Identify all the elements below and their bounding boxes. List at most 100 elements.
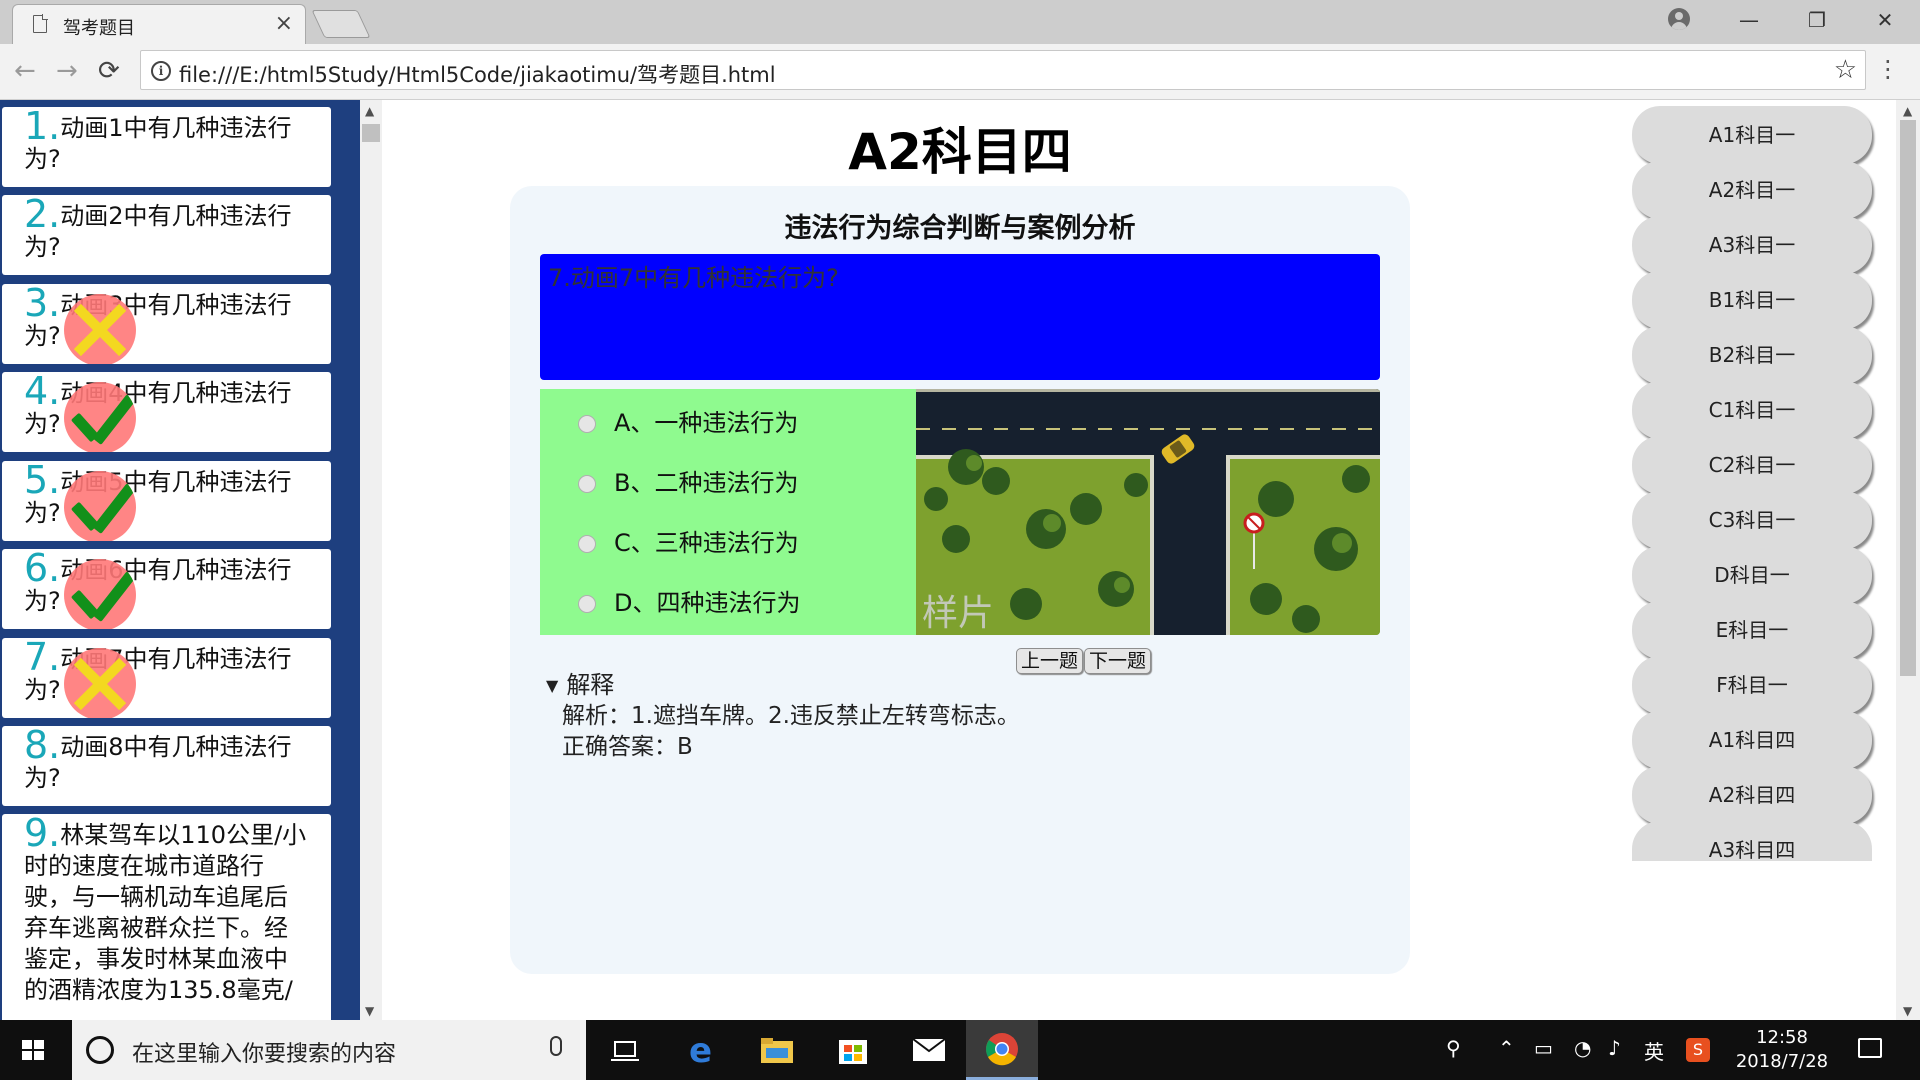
question-list: 1.动画1中有几种违法行为? 2.动画2中有几种违法行为? 3.动画3中有几种违…	[0, 100, 360, 1020]
radio-button[interactable]	[578, 535, 596, 553]
disclosure-triangle-icon[interactable]: ▼	[546, 676, 558, 695]
category-button[interactable]: A1科目一	[1632, 106, 1872, 164]
scroll-up-icon[interactable]: ▲	[1903, 104, 1912, 118]
close-window-button[interactable]: ✕	[1870, 8, 1900, 32]
taskbar: 在这里输入你要搜索的内容 e ⚲ ⌃ ▭ ◔ ♪ 英 S 12:58 2018/…	[0, 1020, 1920, 1080]
tab-close-icon[interactable]: ×	[275, 11, 293, 36]
category-button[interactable]: E科目一	[1632, 601, 1872, 659]
option-a[interactable]: A、一种违法行为	[578, 403, 798, 438]
bookmark-star-icon[interactable]: ☆	[1834, 55, 1857, 85]
url-text[interactable]: file:///E:/html5Study/Html5Code/jiakaoti…	[179, 59, 776, 89]
question-item-6[interactable]: 6.动画6中有几种违法行为?	[2, 549, 331, 629]
system-clock[interactable]: 12:58 2018/7/28	[1730, 1026, 1834, 1074]
option-d[interactable]: D、四种违法行为	[578, 583, 800, 618]
browser-tab[interactable]: 驾考题目 ×	[12, 4, 306, 44]
scroll-down-icon[interactable]: ▼	[1903, 1004, 1912, 1018]
taskbar-search-box[interactable]: 在这里输入你要搜索的内容	[72, 1020, 586, 1080]
tab-strip: 驾考题目 × — ❐ ✕	[0, 0, 1920, 44]
tab-title: 驾考题目	[63, 18, 135, 39]
category-button[interactable]: F科目一	[1632, 656, 1872, 714]
question-number: 4.	[24, 372, 61, 413]
scroll-down-icon[interactable]: ▼	[365, 1004, 374, 1018]
sogou-input-icon[interactable]: S	[1686, 1038, 1710, 1062]
scrollbar-thumb[interactable]	[1900, 120, 1916, 676]
scroll-up-icon[interactable]: ▲	[365, 104, 374, 118]
new-tab-button[interactable]	[311, 10, 371, 38]
question-list-scrollbar[interactable]: ▲ ▼	[360, 100, 382, 1020]
question-item-7[interactable]: 7.动画7中有几种违法行为?	[2, 638, 331, 718]
animation-image: 样片	[916, 389, 1380, 635]
show-hidden-icons[interactable]: ⌃	[1498, 1036, 1515, 1060]
ime-indicator[interactable]: 英	[1644, 1036, 1664, 1065]
minimize-button[interactable]: —	[1734, 8, 1764, 32]
question-item-8[interactable]: 8.动画8中有几种违法行为?	[2, 726, 331, 806]
category-button[interactable]: A1科目四	[1632, 711, 1872, 769]
battery-icon[interactable]: ▭	[1534, 1036, 1553, 1060]
question-text: 动画1中有几种违法行为?	[24, 114, 292, 173]
back-button[interactable]: ←	[14, 56, 36, 86]
people-icon[interactable]: ⚲	[1446, 1036, 1461, 1060]
restore-button[interactable]: ❐	[1802, 8, 1832, 32]
option-c[interactable]: C、三种违法行为	[578, 523, 799, 558]
page-scrollbar[interactable]: ▲ ▼	[1896, 100, 1920, 1020]
address-bar[interactable]: i file:///E:/html5Study/Html5Code/jiakao…	[140, 50, 1866, 90]
question-item-2[interactable]: 2.动画2中有几种违法行为?	[2, 195, 331, 275]
summary-label[interactable]: 解释	[566, 671, 614, 699]
forward-button[interactable]: →	[56, 56, 78, 86]
wifi-icon[interactable]: ◔	[1574, 1036, 1591, 1060]
question-number: 6.	[24, 549, 61, 590]
explanation-summary[interactable]: ▼ 解释	[546, 670, 1020, 701]
taskbar-app-explorer[interactable]	[742, 1020, 812, 1080]
current-question: 7.动画7中有几种违法行为?	[540, 254, 1380, 380]
prev-question-button[interactable]: 上一题	[1016, 648, 1084, 674]
category-button[interactable]: D科目一	[1632, 546, 1872, 604]
taskbar-app-edge[interactable]: e	[666, 1020, 736, 1080]
profile-icon[interactable]	[1668, 8, 1690, 30]
task-view-button[interactable]	[590, 1020, 660, 1080]
question-number: 1.	[24, 107, 61, 148]
question-item-4[interactable]: 4.动画4中有几种违法行为?	[2, 372, 331, 452]
category-button[interactable]: A2科目一	[1632, 161, 1872, 219]
correct-check-icon	[64, 382, 136, 452]
question-item-1[interactable]: 1.动画1中有几种违法行为?	[2, 107, 331, 187]
category-button[interactable]: C2科目一	[1632, 436, 1872, 494]
reload-button[interactable]: ⟳	[98, 56, 120, 86]
microphone-icon[interactable]	[550, 1036, 562, 1056]
taskbar-app-chrome[interactable]	[966, 1020, 1038, 1080]
option-b[interactable]: B、二种违法行为	[578, 463, 798, 498]
watermark-text: 样片	[922, 593, 994, 634]
info-icon[interactable]: i	[151, 61, 171, 81]
scrollbar-thumb[interactable]	[362, 124, 380, 142]
question-item-3[interactable]: 3.动画3中有几种违法行为?	[2, 284, 331, 364]
action-center-icon[interactable]	[1858, 1038, 1882, 1058]
question-number: 7.	[24, 638, 61, 679]
radio-button[interactable]	[578, 415, 596, 433]
category-button[interactable]: C1科目一	[1632, 381, 1872, 439]
chrome-icon	[986, 1032, 1018, 1065]
category-button[interactable]: A2科目四	[1632, 766, 1872, 824]
question-item-9[interactable]: 9.林某驾车以110公里/小时的速度在城市道路行驶，与一辆机动车追尾后弃车逃离被…	[2, 814, 331, 1020]
search-placeholder[interactable]: 在这里输入你要搜索的内容	[132, 1036, 396, 1068]
question-card: 违法行为综合判断与案例分析 7.动画7中有几种违法行为? A、一种违法行为 B、…	[510, 186, 1410, 974]
next-question-button[interactable]: 下一题	[1084, 648, 1152, 674]
radio-button[interactable]	[578, 595, 596, 613]
category-button[interactable]: A3科目一	[1632, 216, 1872, 274]
question-text: 林某驾车以110公里/小时的速度在城市道路行驶，与一辆机动车追尾后弃车逃离被群众…	[24, 821, 307, 1004]
browser-menu-icon[interactable]: · · ·	[1884, 50, 1892, 90]
category-button[interactable]: B2科目一	[1632, 326, 1872, 384]
taskbar-app-store[interactable]	[818, 1020, 888, 1080]
taskbar-app-mail[interactable]	[894, 1020, 964, 1080]
wrong-mark-icon	[64, 648, 136, 718]
windows-start-icon[interactable]	[22, 1040, 46, 1062]
option-label: C、三种违法行为	[614, 529, 799, 557]
task-view-icon	[611, 1041, 639, 1061]
document-icon	[33, 14, 48, 33]
volume-icon[interactable]: ♪	[1608, 1036, 1621, 1060]
cortana-icon[interactable]	[86, 1036, 114, 1064]
question-item-5[interactable]: 5.动画5中有几种违法行为?	[2, 461, 331, 541]
page-title: A2科目四	[848, 123, 1072, 181]
category-button[interactable]: B1科目一	[1632, 271, 1872, 329]
category-button[interactable]: C3科目一	[1632, 491, 1872, 549]
radio-button[interactable]	[578, 475, 596, 493]
category-button[interactable]: A3科目四	[1632, 821, 1872, 862]
